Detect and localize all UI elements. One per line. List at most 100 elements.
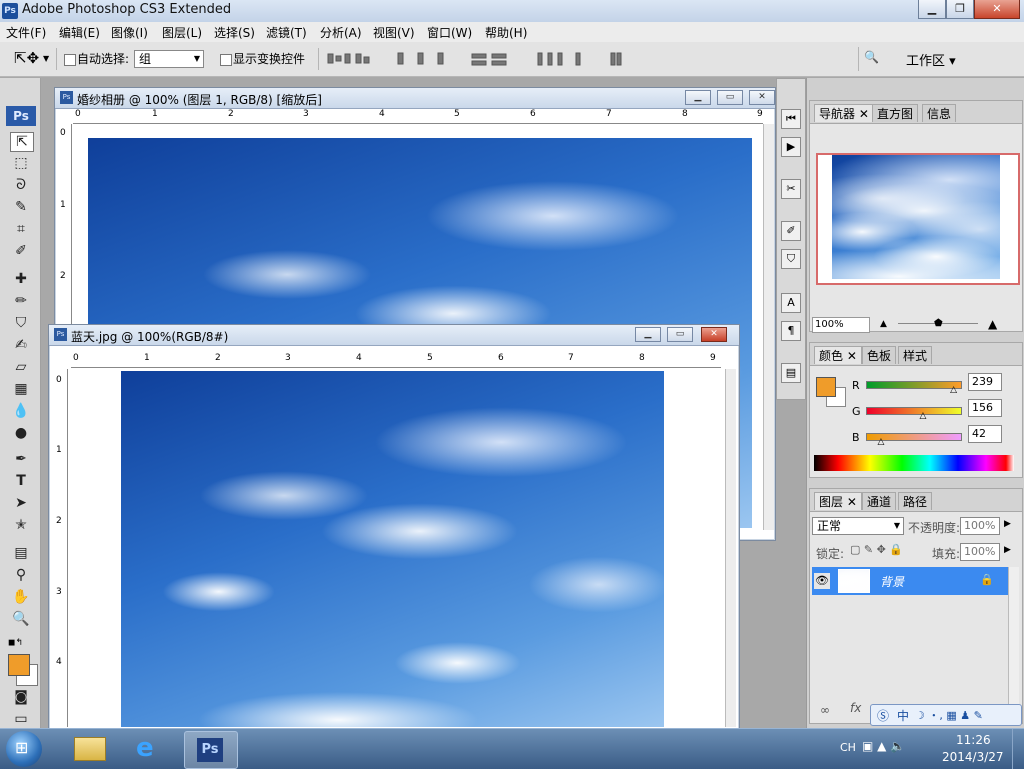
red-slider-thumb[interactable]: △ <box>950 385 957 395</box>
shape-tool-icon[interactable]: ✭ <box>10 516 32 534</box>
vertical-scrollbar[interactable] <box>725 369 736 727</box>
doc-minimize-button[interactable]: ▁ <box>685 90 711 105</box>
fill-input[interactable]: 100% <box>960 543 1000 561</box>
zoom-level-field[interactable]: 100% <box>812 317 870 333</box>
clone-stamp-icon[interactable]: ⛉ <box>10 314 32 332</box>
menu-select[interactable]: 选择(S) <box>214 24 255 41</box>
ime-toolbar[interactable]: Ⓢ 中 ☽ ・, ▦ ♟ ✎ <box>870 704 1022 726</box>
zoom-slider-thumb[interactable]: ⬟ <box>934 318 943 329</box>
eyedropper-tool-icon[interactable]: ⚲ <box>10 566 32 584</box>
gradient-tool-icon[interactable]: ▦ <box>10 380 32 398</box>
tab-layers[interactable]: 图层 ✕ <box>814 492 862 510</box>
doc-close-button[interactable]: ✕ <box>749 90 775 105</box>
move-tool-icon[interactable]: ⇱ <box>10 132 34 152</box>
clock-time[interactable]: 11:26 <box>956 733 991 747</box>
layers-scrollbar[interactable] <box>1008 567 1019 717</box>
red-value-input[interactable]: 239 <box>968 373 1002 391</box>
zoom-in-icon[interactable]: ▲ <box>988 317 997 331</box>
document-title-bar[interactable]: Ps 婚纱相册 @ 100% (图层 1, RGB/8) [缩放后] ▁ ▭ ✕ <box>55 88 775 109</box>
green-value-input[interactable]: 156 <box>968 399 1002 417</box>
start-button[interactable]: ⊞ <box>6 731 42 767</box>
blue-value-input[interactable]: 42 <box>968 425 1002 443</box>
explorer-taskbar-button[interactable] <box>64 731 116 767</box>
clock-date[interactable]: 2014/3/27 <box>942 750 1004 764</box>
tab-info[interactable]: 信息 <box>922 104 957 122</box>
zoom-tool-icon[interactable]: 🔍 <box>10 610 32 628</box>
opacity-input[interactable]: 100% <box>960 517 1000 535</box>
photoshop-taskbar-button[interactable]: Ps <box>184 731 238 769</box>
healing-brush-icon[interactable]: ✚ <box>10 270 32 288</box>
menu-filter[interactable]: 滤镜(T) <box>266 24 307 41</box>
menu-edit[interactable]: 编辑(E) <box>59 24 100 41</box>
menu-image[interactable]: 图像(I) <box>111 24 148 41</box>
tab-color[interactable]: 颜色 ✕ <box>814 346 862 364</box>
red-slider[interactable] <box>866 381 962 389</box>
dodge-tool-icon[interactable]: ● <box>10 424 32 442</box>
tab-styles[interactable]: 样式 <box>898 346 933 364</box>
restore-button[interactable]: ❐ <box>946 0 974 19</box>
layer-row-background[interactable]: 👁 背景 🔒 <box>812 567 1008 595</box>
path-selection-icon[interactable]: ➤ <box>10 494 32 512</box>
blur-tool-icon[interactable]: 💧 <box>10 402 32 420</box>
blue-slider-thumb[interactable]: △ <box>878 437 885 447</box>
menu-analysis[interactable]: 分析(A) <box>320 24 362 41</box>
doc-minimize-button[interactable]: ▁ <box>635 327 661 342</box>
tab-paths[interactable]: 路径 <box>898 492 933 510</box>
notes-tool-icon[interactable]: ▤ <box>10 544 32 562</box>
chevron-down-icon[interactable]: ▼ <box>43 54 49 63</box>
document-window-bluesky[interactable]: Ps 蓝天.jpg @ 100%(RGB/8#) ▁ ▭ ✕ 0 1 2 3 4… <box>48 324 740 730</box>
bridge-icon[interactable]: 🔍 <box>864 50 888 68</box>
lasso-tool-icon[interactable]: ᘐ <box>10 176 32 194</box>
doc-restore-button[interactable]: ▭ <box>667 327 693 342</box>
auto-select-dropdown[interactable]: 组 ▼ <box>134 50 204 68</box>
menu-window[interactable]: 窗口(W) <box>427 24 472 41</box>
character-panel-icon[interactable]: A <box>781 293 801 313</box>
auto-select-checkbox[interactable] <box>64 54 76 66</box>
move-tool-icon[interactable]: ⇱✥ <box>14 49 39 67</box>
slice-tool-icon[interactable]: ✐ <box>10 242 32 260</box>
doc-close-button[interactable]: ✕ <box>701 327 727 342</box>
clone-source-icon[interactable]: ⛉ <box>781 249 801 269</box>
minimize-button[interactable]: ▁ <box>918 0 946 19</box>
align-distribute-icons[interactable] <box>326 50 626 68</box>
ie-taskbar-button[interactable]: e <box>124 731 176 767</box>
hand-tool-icon[interactable]: ✋ <box>10 588 32 606</box>
menu-layer[interactable]: 图层(L) <box>162 24 202 41</box>
quick-mask-icon[interactable]: ◙ <box>10 688 32 706</box>
default-colors-icon[interactable]: ◼↰ <box>8 638 23 648</box>
tool-presets-icon[interactable]: ✂ <box>781 179 801 199</box>
tray-icons[interactable]: ▣ ▲ 🔈 <box>862 739 905 753</box>
language-indicator[interactable]: CH <box>840 741 856 754</box>
tab-channels[interactable]: 通道 <box>862 492 897 510</box>
workspace-menu[interactable]: 工作区 ▾ <box>906 50 956 69</box>
eraser-tool-icon[interactable]: ▱ <box>10 358 32 376</box>
paragraph-panel-icon[interactable]: ¶ <box>781 321 801 341</box>
ime-icons[interactable]: ☽ ・, ▦ ♟ ✎ <box>915 707 983 723</box>
close-button[interactable]: ✕ <box>974 0 1020 19</box>
chevron-right-icon[interactable]: ▶ <box>1004 519 1011 529</box>
history-panel-icon[interactable]: ⏮ <box>781 109 801 129</box>
tab-histogram[interactable]: 直方图 <box>872 104 919 122</box>
doc-restore-button[interactable]: ▭ <box>717 90 743 105</box>
screen-mode-icon[interactable]: ▭ <box>10 710 32 728</box>
green-slider[interactable] <box>866 407 962 415</box>
menu-help[interactable]: 帮助(H) <box>485 24 527 41</box>
chevron-right-icon[interactable]: ▶ <box>1004 545 1011 555</box>
vertical-scrollbar[interactable] <box>763 124 774 530</box>
actions-panel-icon[interactable]: ▶ <box>781 137 801 157</box>
type-tool-icon[interactable]: T <box>10 472 32 490</box>
document-title-bar[interactable]: Ps 蓝天.jpg @ 100%(RGB/8#) ▁ ▭ ✕ <box>49 325 739 346</box>
show-transform-checkbox[interactable] <box>220 54 232 66</box>
eye-icon[interactable]: 👁 <box>814 573 830 589</box>
menu-file[interactable]: 文件(F) <box>6 24 46 41</box>
lock-icons[interactable]: ▢ ✎ ✥ 🔒 <box>850 543 903 556</box>
crop-tool-icon[interactable]: ⌗ <box>10 220 32 238</box>
magic-wand-icon[interactable]: ✎ <box>10 198 32 216</box>
layer-comps-icon[interactable]: ▤ <box>781 363 801 383</box>
navigator-preview[interactable] <box>816 153 1020 285</box>
pen-tool-icon[interactable]: ✒ <box>10 450 32 468</box>
ime-mode[interactable]: 中 <box>897 707 909 724</box>
menu-view[interactable]: 视图(V) <box>373 24 415 41</box>
marquee-tool-icon[interactable]: ⬚ <box>10 154 32 172</box>
link-layers-icon[interactable]: ∞ <box>820 703 830 717</box>
